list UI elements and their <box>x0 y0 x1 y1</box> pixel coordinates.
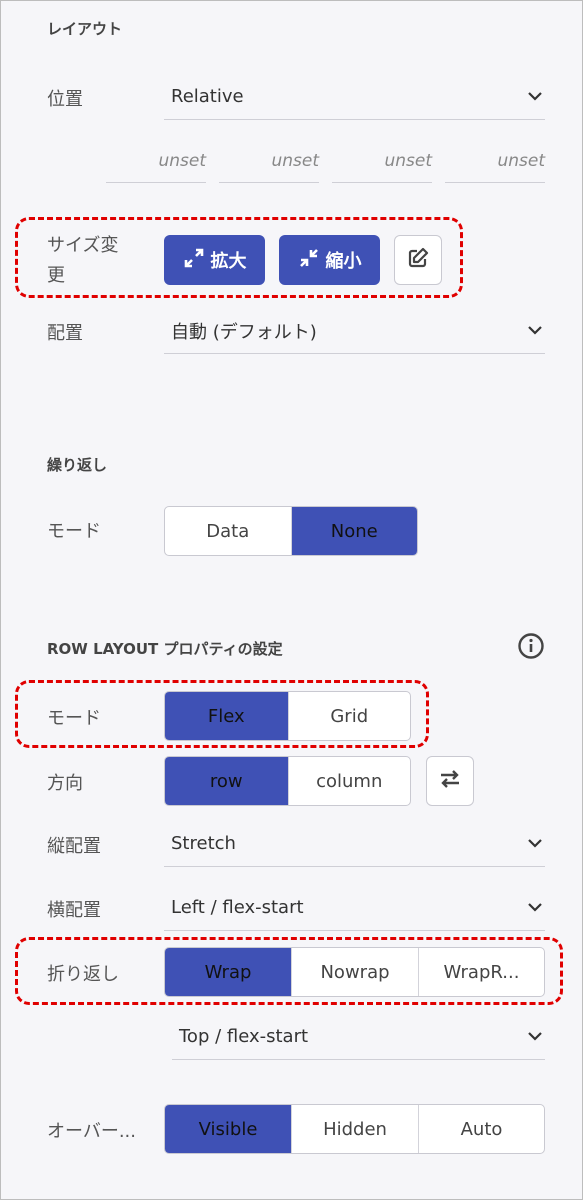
wrap-label: 折り返し <box>47 964 119 985</box>
shrink-button[interactable]: 縮小 <box>279 235 380 285</box>
overflow-option-visible[interactable]: Visible <box>165 1105 291 1153</box>
swap-direction-button[interactable] <box>426 756 474 806</box>
mode-option-grid[interactable]: Grid <box>287 692 411 740</box>
layout-mode-toggle[interactable]: Flex Grid <box>164 691 411 741</box>
swap-arrows-icon <box>438 767 462 795</box>
info-icon[interactable] <box>517 632 545 664</box>
position-value: Relative <box>171 86 244 107</box>
repeat-section-title: 繰り返し <box>47 456 108 474</box>
vertical-align-select[interactable]: Stretch <box>164 821 545 867</box>
wrap-toggle[interactable]: Wrap Nowrap WrapR... <box>164 947 545 997</box>
shrink-label: 縮小 <box>325 251 362 272</box>
horizontal-align-label: 横配置 <box>47 900 101 921</box>
horizontal-align-value: Left / flex-start <box>171 897 304 918</box>
offset-top-input[interactable]: unset <box>106 143 206 183</box>
expand-label: 拡大 <box>210 251 247 272</box>
edit-icon <box>406 246 430 274</box>
chevron-down-icon <box>525 898 545 918</box>
expand-button[interactable]: 拡大 <box>164 235 265 285</box>
direction-option-column[interactable]: column <box>287 757 411 805</box>
direction-option-row[interactable]: row <box>165 757 288 805</box>
wrap-option-wrap-reverse[interactable]: WrapR... <box>418 948 544 996</box>
position-label: 位置 <box>47 89 83 110</box>
chevron-down-icon <box>525 321 545 341</box>
align-label: 配置 <box>47 323 83 344</box>
offset-bottom-input[interactable]: unset <box>332 143 432 183</box>
repeat-mode-toggle[interactable]: Data None <box>164 506 418 556</box>
repeat-option-data[interactable]: Data <box>165 507 291 555</box>
mode-option-flex[interactable]: Flex <box>165 692 288 740</box>
shrink-arrows-icon <box>298 247 320 274</box>
wrap-option-nowrap[interactable]: Nowrap <box>291 948 418 996</box>
direction-toggle[interactable]: row column <box>164 756 411 806</box>
vertical-align-value: Stretch <box>171 833 236 854</box>
repeat-option-none[interactable]: None <box>290 507 417 555</box>
chevron-down-icon <box>525 1027 545 1047</box>
overflow-label: オーバー... <box>47 1121 136 1142</box>
overflow-option-hidden[interactable]: Hidden <box>291 1105 418 1153</box>
align-value: 自動 (デフォルト) <box>171 321 317 343</box>
layout-mode-label: モード <box>47 708 101 729</box>
direction-label: 方向 <box>47 773 83 794</box>
chevron-down-icon <box>525 834 545 854</box>
vertical-align-label: 縦配置 <box>47 836 101 857</box>
wrap-align-select[interactable]: Top / flex-start <box>172 1014 545 1060</box>
horizontal-align-select[interactable]: Left / flex-start <box>164 885 545 931</box>
wrap-align-value: Top / flex-start <box>179 1026 309 1047</box>
resize-label-line1: サイズ変 <box>47 235 119 256</box>
position-select[interactable]: Relative <box>164 74 545 120</box>
layout-section-title: レイアウト <box>47 20 123 38</box>
chevron-down-icon <box>525 87 545 107</box>
edit-size-button[interactable] <box>394 235 442 285</box>
offset-left-input[interactable]: unset <box>445 143 545 183</box>
offset-right-input[interactable]: unset <box>219 143 319 183</box>
align-select[interactable]: 自動 (デフォルト) <box>164 308 545 354</box>
resize-label-line2: 更 <box>47 265 65 286</box>
wrap-option-wrap[interactable]: Wrap <box>165 948 291 996</box>
overflow-toggle[interactable]: Visible Hidden Auto <box>164 1104 545 1154</box>
resize-label: サイズ変 更 <box>47 231 118 291</box>
repeat-mode-label: モード <box>47 521 101 542</box>
expand-arrows-icon <box>183 247 205 274</box>
row-layout-section-title: ROW LAYOUT プロパティの設定 <box>47 640 283 658</box>
overflow-option-auto[interactable]: Auto <box>418 1105 544 1153</box>
